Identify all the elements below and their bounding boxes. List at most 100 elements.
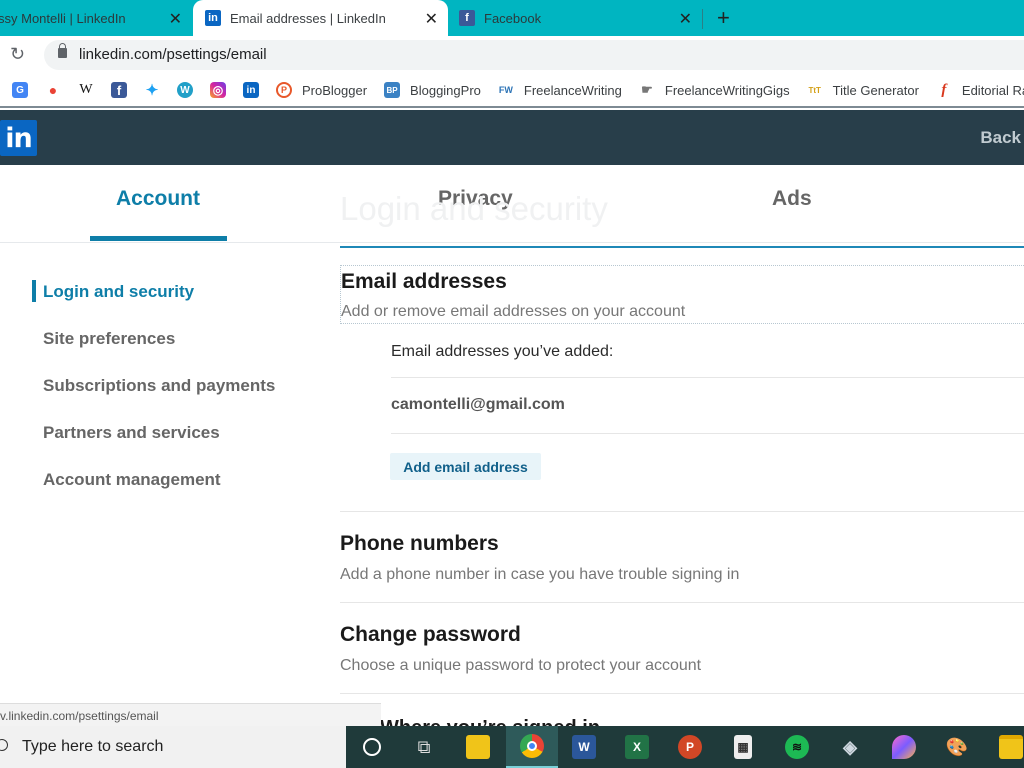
windows-taskbar: Type here to search ⧉ W X P ▦ ≋ ◈ 🎨 — [0, 726, 1024, 768]
bookmark-wordpress[interactable]: W — [177, 82, 193, 98]
back-link[interactable]: Back — [980, 128, 1021, 148]
sidebar-item-account-management[interactable]: Account management — [43, 470, 221, 490]
linkedin-header: in Back — [0, 110, 1024, 165]
divider — [340, 511, 1024, 512]
bloggingpro-icon: BP — [384, 82, 401, 98]
tab-linkedin-profile[interactable]: ssy Montelli | LinkedIn ✕ — [0, 0, 192, 36]
powerpoint-icon: P — [678, 735, 702, 759]
file-explorer-icon — [466, 735, 490, 759]
folder-button[interactable] — [985, 726, 1024, 768]
active-tab-indicator — [90, 236, 227, 241]
3d-viewer-button[interactable]: ◈ — [824, 726, 876, 768]
url-text[interactable]: linkedin.com/psettings/email — [79, 46, 267, 63]
paint-3d-button[interactable] — [878, 726, 930, 768]
bookmark-instagram[interactable]: ◎ — [210, 82, 226, 98]
bookmark-freelancewritinggigs[interactable]: ☛ FreelanceWritingGigs — [638, 82, 790, 98]
ghost-page-title: Login and security — [340, 190, 608, 227]
emails-added-label: Email addresses you’ve added: — [391, 343, 614, 360]
close-tab-icon[interactable]: ✕ — [679, 9, 692, 29]
phone-section-subtitle: Add a phone number in case you have trou… — [340, 566, 740, 583]
reload-icon[interactable]: ↻ — [10, 44, 25, 65]
wikipedia-icon: W — [78, 82, 94, 98]
tab-email-addresses[interactable]: in Email addresses | LinkedIn ✕ — [193, 0, 448, 36]
phone-section-title: Phone numbers — [340, 532, 499, 555]
problogger-icon: P — [276, 82, 292, 98]
bookmark-title-generator[interactable]: TtT Title Generator — [806, 82, 919, 98]
google-maps-icon: ● — [45, 82, 61, 98]
sidebar-item-subscriptions[interactable]: Subscriptions and payments — [43, 376, 275, 396]
folder-icon — [999, 735, 1023, 759]
bookmark-facebook[interactable]: f — [111, 82, 127, 98]
new-tab-button[interactable]: + — [717, 5, 730, 31]
divider — [340, 693, 1024, 694]
cortana-icon — [363, 738, 381, 756]
powerpoint-button[interactable]: P — [664, 726, 716, 768]
task-view-icon: ⧉ — [417, 736, 431, 757]
email-section-subtitle: Add or remove email addresses on your ac… — [341, 303, 686, 320]
tab-account[interactable]: Account — [116, 187, 200, 211]
sidebar-item-site-preferences[interactable]: Site preferences — [43, 329, 175, 349]
3d-viewer-icon: ◈ — [843, 736, 857, 757]
facebook-icon: f — [111, 82, 127, 98]
paint-icon: 🎨 — [945, 736, 969, 757]
bookmark-problogger[interactable]: P ProBlogger — [276, 82, 367, 98]
browser-tab-strip: ssy Montelli | LinkedIn ✕ in Email addre… — [0, 0, 1024, 36]
bookmark-editorial[interactable]: f Editorial Ra — [935, 82, 1024, 98]
omnibox[interactable]: linkedin.com/psettings/email — [44, 40, 1024, 70]
email-section-header[interactable]: Email addresses Add or remove email addr… — [340, 265, 1024, 324]
email-address: camontelli@gmail.com — [391, 396, 565, 413]
bookmark-label: FreelanceWriting — [523, 82, 622, 98]
linkedin-icon: in — [243, 82, 259, 98]
bookmark-bloggingpro[interactable]: BP BloggingPro — [384, 82, 481, 98]
linkedin-logo-icon[interactable]: in — [0, 120, 37, 156]
bookmark-label: FreelanceWritingGigs — [664, 82, 790, 98]
bookmark-label: Title Generator — [832, 82, 919, 98]
editorial-icon: f — [935, 82, 952, 98]
close-tab-icon[interactable]: ✕ — [169, 9, 182, 29]
title-generator-icon: TtT — [806, 82, 823, 98]
twitter-icon: ✦ — [144, 82, 160, 99]
taskbar-search[interactable]: Type here to search — [0, 726, 346, 768]
divider — [391, 433, 1024, 434]
bookmark-google-maps[interactable]: ● — [45, 82, 61, 98]
address-bar-row: ↻ linkedin.com/psettings/email — [0, 36, 1024, 74]
cortana-button[interactable] — [346, 726, 398, 768]
file-explorer-button[interactable] — [452, 726, 504, 768]
divider — [391, 377, 1024, 378]
word-icon: W — [572, 735, 596, 759]
excel-button[interactable]: X — [611, 726, 663, 768]
bookmark-twitter[interactable]: ✦ — [144, 82, 160, 99]
sidebar-item-partners[interactable]: Partners and services — [43, 423, 220, 443]
word-button[interactable]: W — [558, 726, 610, 768]
bookmark-wikipedia[interactable]: W — [78, 82, 94, 98]
active-item-indicator — [32, 280, 36, 302]
add-email-button[interactable]: Add email address — [390, 453, 541, 480]
tab-facebook[interactable]: f Facebook ✕ — [449, 0, 702, 36]
bookmark-linkedin[interactable]: in — [243, 82, 259, 98]
bookmark-label: Editorial Ra — [961, 82, 1024, 98]
divider — [340, 602, 1024, 603]
signed-in-section-title[interactable]: Where you’re signed in — [380, 714, 600, 726]
lock-icon[interactable] — [58, 43, 67, 58]
bookmarks-bar: G ● W f ✦ W ◎ in P ProBlogger BP BloggingP… — [0, 74, 1024, 108]
freelancewritinggigs-icon: ☛ — [638, 82, 655, 98]
calculator-icon: ▦ — [734, 735, 752, 759]
facebook-favicon-icon: f — [459, 10, 475, 26]
freelancewriting-icon: FW — [497, 82, 514, 98]
excel-icon: X — [625, 735, 649, 759]
sidebar-item-login-security[interactable]: Login and security — [43, 282, 194, 302]
tab-title: ssy Montelli | LinkedIn — [0, 10, 126, 26]
bookmark-freelancewriting[interactable]: FW FreelanceWriting — [497, 82, 622, 98]
paint-button[interactable]: 🎨 — [931, 726, 983, 768]
wordpress-icon: W — [177, 82, 193, 98]
tab-title: Email addresses | LinkedIn — [230, 10, 386, 26]
calculator-button[interactable]: ▦ — [717, 726, 769, 768]
chrome-button[interactable] — [506, 726, 558, 768]
close-tab-icon[interactable]: ✕ — [425, 9, 438, 29]
bookmark-label: ProBlogger — [302, 82, 368, 98]
bookmark-google-translate[interactable]: G — [12, 82, 28, 98]
task-view-button[interactable]: ⧉ — [398, 726, 450, 768]
spotify-button[interactable]: ≋ — [771, 726, 823, 768]
tab-ads[interactable]: Ads — [772, 187, 812, 211]
email-section-title: Email addresses — [341, 270, 507, 293]
